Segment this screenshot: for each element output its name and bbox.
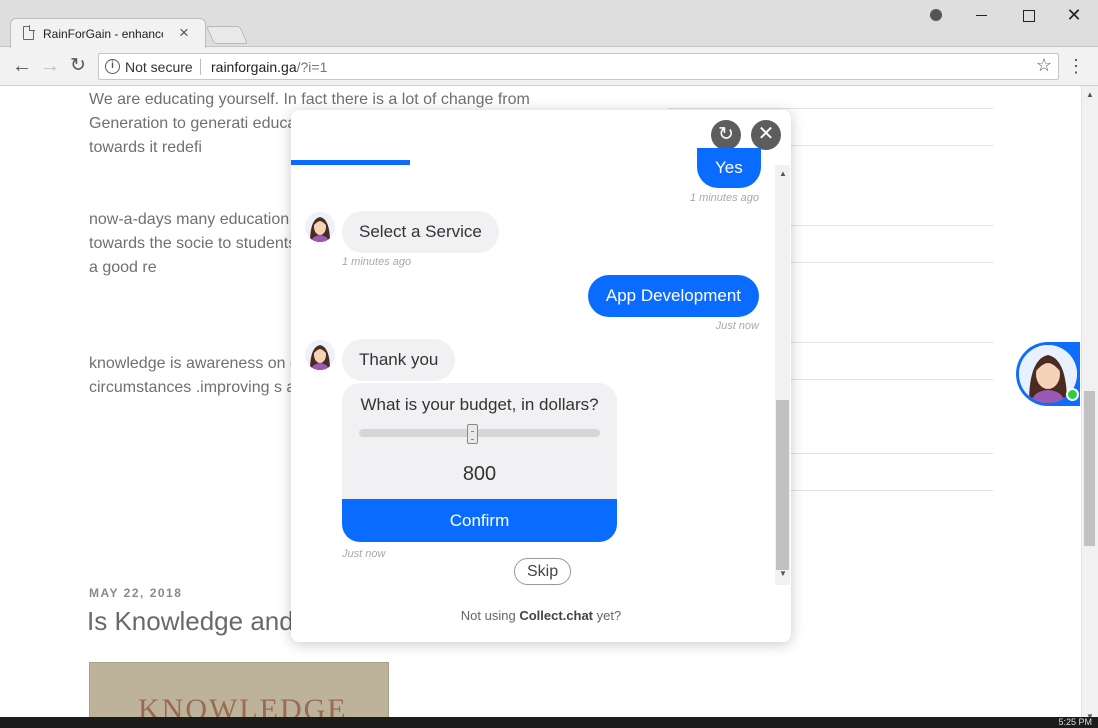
chat-scrollbar-thumb[interactable] [776, 400, 789, 570]
footer-text: Not using [460, 608, 516, 623]
budget-slider[interactable] [359, 429, 600, 437]
browser-tab[interactable]: RainForGain - enhances k × [10, 18, 206, 48]
scroll-up-arrow-icon[interactable]: ▲ [779, 169, 787, 178]
budget-value: 800 [462, 463, 497, 485]
title-bar: RainForGain - enhances k × ✕ [0, 0, 1098, 48]
page-scrollbar[interactable]: ▲ ▼ [1081, 86, 1098, 728]
scrollbar-thumb[interactable] [1084, 391, 1095, 546]
new-tab-button[interactable] [205, 26, 249, 44]
footer-suffix: yet? [596, 608, 622, 623]
taskbar-clock: 5:25 PM [1058, 717, 1092, 727]
user-message: Yes [697, 148, 761, 188]
avatar-icon [305, 340, 335, 370]
tab-title: RainForGain - enhances k [43, 27, 163, 41]
bot-avatar [305, 340, 335, 370]
back-icon[interactable]: ← [10, 53, 34, 79]
message-timestamp: Just now [342, 548, 386, 560]
profile-icon[interactable] [914, 3, 958, 27]
message-timestamp: Just now [715, 320, 759, 332]
online-status-dot [1066, 388, 1079, 401]
scroll-up-arrow-icon[interactable]: ▲ [1086, 90, 1094, 99]
confirm-button[interactable]: Confirm [342, 499, 617, 542]
post-title[interactable]: Is Knowledge and [87, 606, 294, 637]
post-date: MAY 22, 2018 [89, 586, 183, 600]
budget-question: What is your budget, in dollars? [360, 395, 599, 414]
budget-card: What is your budget, in dollars? 800 Con… [342, 383, 617, 542]
bot-message: Thank you [342, 339, 456, 381]
slider-handle[interactable] [466, 424, 478, 444]
chat-reload-button[interactable]: ↻ [711, 120, 741, 150]
url-host: rainforgain.ga [211, 59, 297, 75]
footer-brand[interactable]: Collect.chat [519, 608, 593, 623]
avatar-icon [305, 212, 335, 242]
info-icon[interactable]: i [105, 59, 120, 74]
chat-close-button[interactable]: ✕ [751, 120, 781, 150]
chat-scrollbar[interactable]: ▲ ▼ [775, 165, 790, 585]
chat-launcher-button[interactable] [1016, 342, 1080, 406]
bot-message: Select a Service [342, 211, 499, 253]
page-icon [23, 25, 35, 40]
forward-icon[interactable]: → [38, 53, 62, 79]
reload-icon[interactable]: ↻ [66, 53, 90, 79]
message-timestamp: 1 minutes ago [689, 192, 759, 204]
user-message: App Development [587, 275, 759, 317]
bookmark-star-icon[interactable]: ☆ [1036, 55, 1052, 76]
os-taskbar: 5:25 PM [0, 717, 1098, 728]
chat-progress-bar [291, 160, 410, 165]
chat-widget: ↻ ✕ Yes 1 minutes ago Select a Service 1… [291, 110, 791, 642]
chat-footer[interactable]: Not using Collect.chat yet? [291, 608, 791, 623]
sidebar-divider [668, 108, 993, 109]
url-text[interactable]: rainforgain.ga/?i=1 [211, 59, 327, 75]
bot-avatar [305, 212, 335, 242]
minimize-button[interactable] [960, 3, 1004, 27]
tab-close-icon[interactable]: × [173, 22, 195, 44]
window-close-button[interactable]: ✕ [1052, 3, 1096, 27]
address-bar[interactable]: i Not secure rainforgain.ga/?i=1 ☆ [98, 53, 1059, 80]
browser-menu-icon[interactable]: ⋮ [1066, 53, 1086, 79]
url-query: /?i=1 [296, 59, 328, 75]
address-divider [200, 59, 201, 75]
skip-button[interactable]: Skip [514, 558, 572, 585]
scroll-down-arrow-icon[interactable]: ▼ [779, 569, 787, 578]
security-label: Not secure [125, 59, 193, 75]
browser-chrome: RainForGain - enhances k × ✕ ← → ↻ i Not… [0, 0, 1098, 86]
message-timestamp: 1 minutes ago [342, 256, 412, 268]
browser-toolbar: ← → ↻ i Not secure rainforgain.ga/?i=1 ☆… [0, 48, 1098, 85]
maximize-button[interactable] [1006, 3, 1050, 27]
